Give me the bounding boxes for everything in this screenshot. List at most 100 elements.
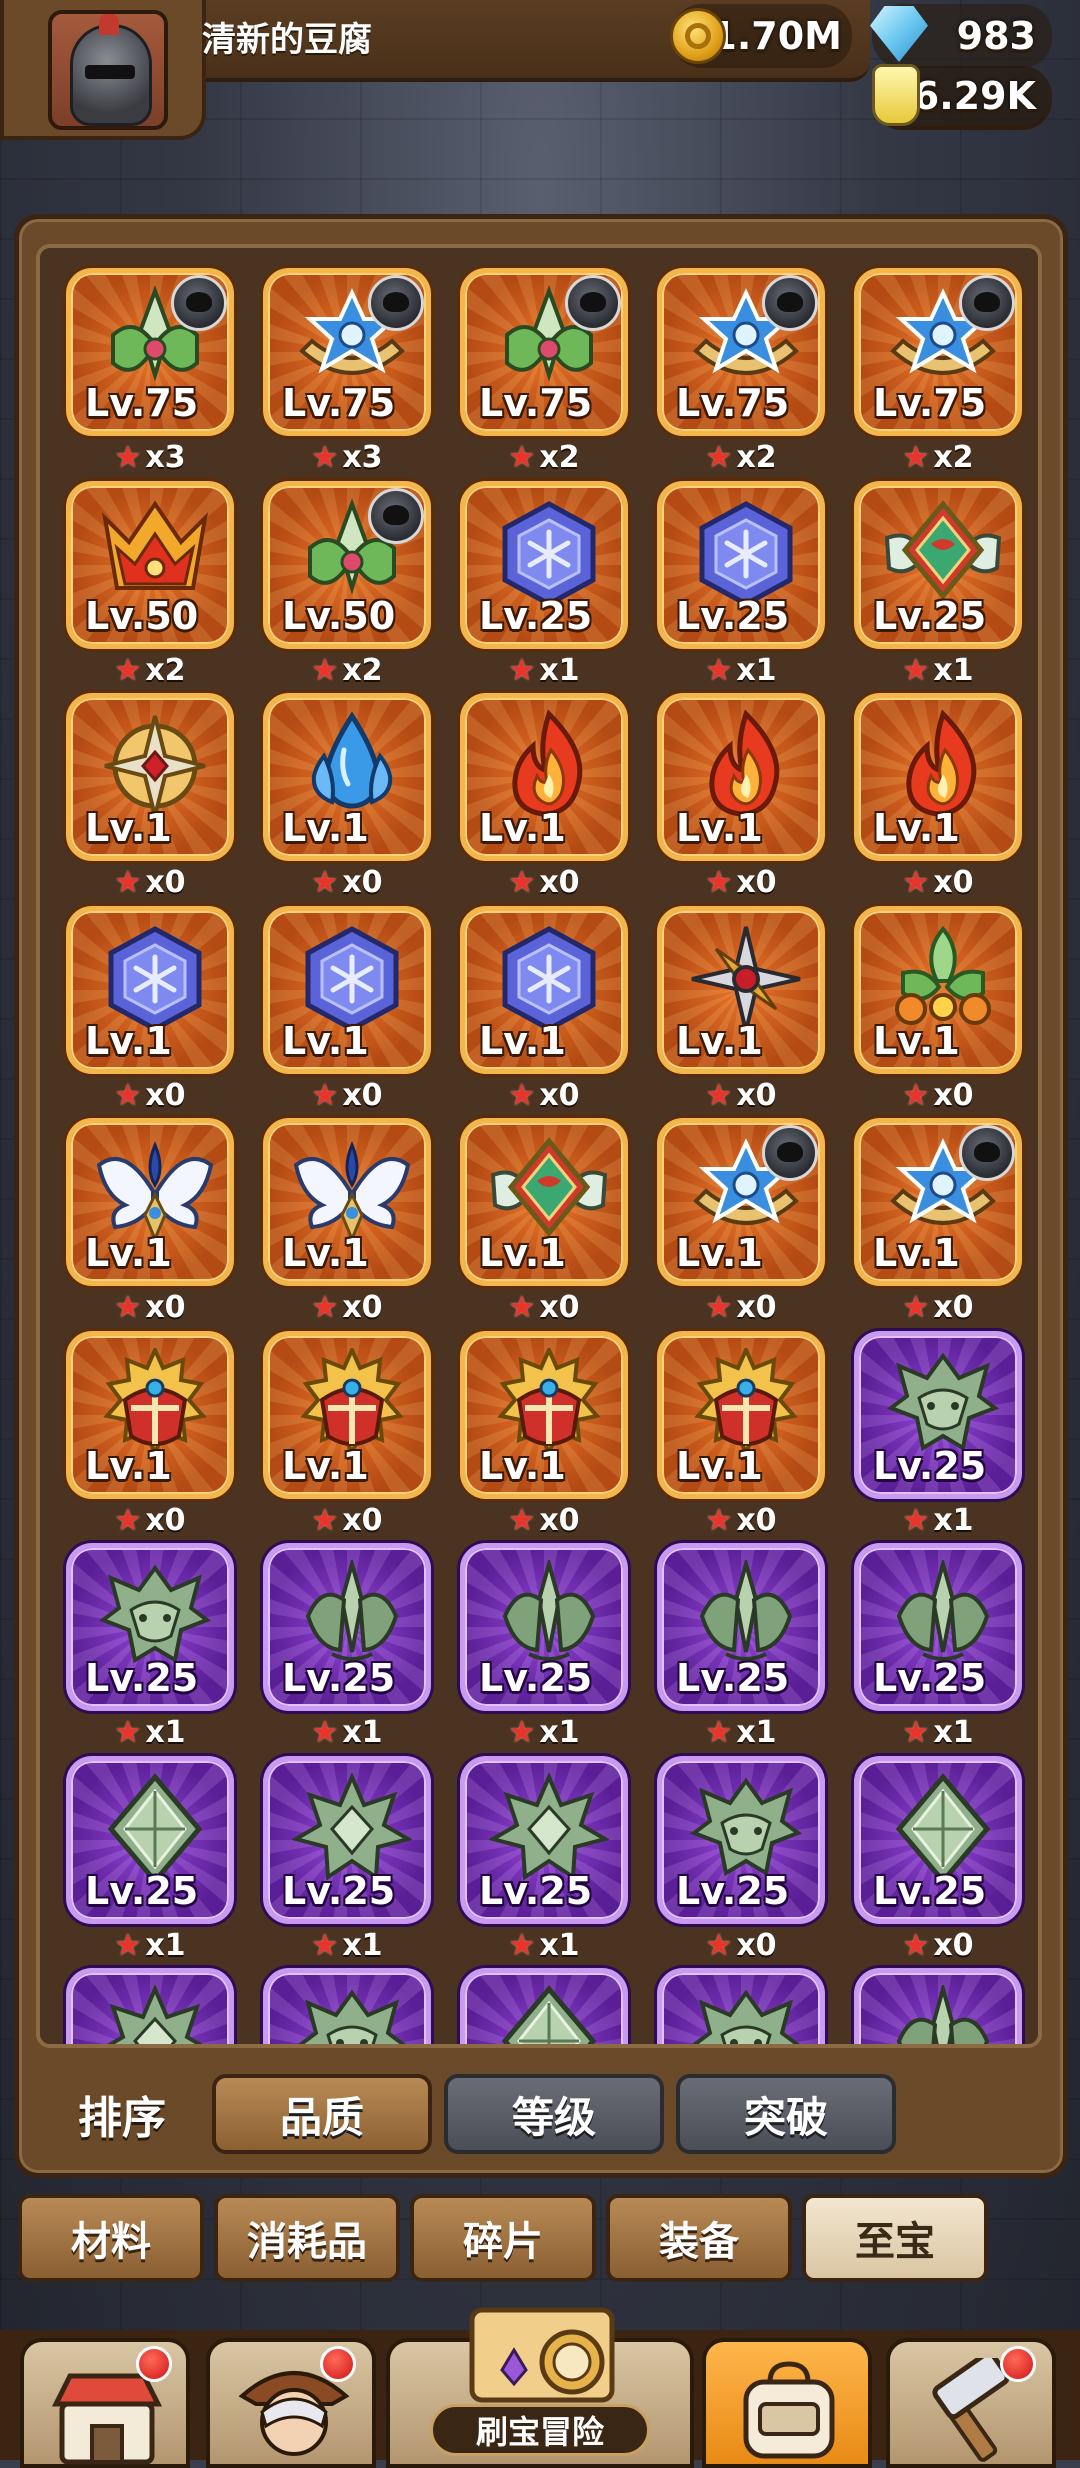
treasure-item[interactable] [263, 1968, 431, 2044]
star-count-value: x1 [145, 1927, 186, 1963]
tab-materials[interactable]: 材料 [18, 2194, 204, 2282]
red-star-icon: ★ [508, 1927, 536, 1963]
treasure-item[interactable]: Lv.1 ★ x0 [263, 905, 431, 1116]
treasure-tile: Lv.1 [657, 1118, 825, 1286]
item-level: Lv.1 [85, 806, 172, 850]
treasure-tile: Lv.25 [854, 1543, 1022, 1711]
treasure-item[interactable]: Lv.1 ★ x0 [460, 1118, 628, 1328]
star-count-value: x1 [933, 1502, 974, 1538]
dragon-head-emblem-icon [292, 1985, 412, 2044]
tab-consumables[interactable]: 消耗品 [214, 2194, 400, 2282]
sort-quality-button[interactable]: 品质 [212, 2074, 432, 2154]
red-star-icon: ★ [508, 652, 536, 688]
item-level: Lv.1 [873, 1231, 960, 1275]
treasure-item[interactable]: Lv.25 ★ x1 [460, 480, 628, 691]
treasure-item[interactable]: Lv.1 ★ x0 [66, 1118, 234, 1328]
item-level: Lv.75 [85, 381, 199, 425]
treasure-item[interactable]: Lv.75 ★ x2 [854, 268, 1022, 478]
item-grid[interactable]: Lv.75 ★ x3 Lv.75 ★ x3 Lv.75 ★ x2 Lv.75 ★ x2 Lv.7… [36, 244, 1042, 2048]
treasure-item[interactable]: Lv.1 ★ x0 [263, 1118, 431, 1328]
treasure-item[interactable]: Lv.25 ★ x0 [854, 1755, 1022, 1966]
star-count-value: x1 [342, 1715, 383, 1750]
star-count: ★ x0 [263, 1503, 431, 1538]
star-count: ★ x0 [657, 1290, 825, 1325]
treasure-item[interactable]: Lv.1 ★ x0 [66, 693, 234, 903]
treasure-item[interactable]: Lv.50 ★ x2 [263, 480, 431, 691]
treasure-item[interactable] [460, 1968, 628, 2044]
treasure-item[interactable]: Lv.75 ★ x3 [263, 268, 431, 478]
sort-level-button[interactable]: 等级 [444, 2074, 664, 2154]
item-level: Lv.1 [85, 1018, 172, 1063]
treasure-item[interactable]: Lv.1 ★ x0 [657, 1330, 825, 1541]
tab-fragments[interactable]: 碎片 [410, 2194, 596, 2282]
treasure-item[interactable]: Lv.25 ★ x1 [460, 1755, 628, 1966]
treasure-item[interactable]: Lv.50 ★ x2 [66, 480, 234, 691]
treasure-item[interactable]: Lv.1 ★ x0 [460, 693, 628, 903]
red-star-icon: ★ [705, 1502, 733, 1538]
tab-equipment[interactable]: 装备 [606, 2194, 792, 2282]
treasure-item[interactable]: Lv.25 ★ x1 [460, 1543, 628, 1753]
red-star-icon: ★ [508, 1502, 536, 1538]
treasure-item[interactable]: Lv.75 ★ x3 [66, 268, 234, 478]
treasure-item[interactable]: Lv.25 ★ x1 [854, 1330, 1022, 1541]
equipped-hero-portrait-icon [959, 275, 1015, 331]
treasure-item[interactable]: Lv.25 ★ x1 [854, 480, 1022, 691]
star-count: ★ x0 [657, 1078, 825, 1113]
treasure-item[interactable]: Lv.1 ★ x0 [66, 1330, 234, 1541]
treasure-item[interactable]: Lv.75 ★ x2 [657, 268, 825, 478]
star-count: ★ x0 [263, 865, 431, 900]
sort-breakthrough-button[interactable]: 突破 [676, 2074, 896, 2154]
treasure-item[interactable]: Lv.1 ★ x0 [66, 905, 234, 1116]
treasure-item[interactable]: Lv.1 ★ x0 [854, 1118, 1022, 1328]
treasure-item[interactable]: Lv.25 ★ x1 [263, 1543, 431, 1753]
treasure-item[interactable]: Lv.1 ★ x0 [657, 905, 825, 1116]
item-level: Lv.50 [282, 593, 396, 638]
treasure-item[interactable] [66, 1968, 234, 2044]
treasure-item[interactable] [657, 1968, 825, 2044]
treasure-item[interactable]: Lv.25 ★ x1 [263, 1755, 431, 1966]
treasure-item[interactable]: Lv.75 ★ x2 [460, 268, 628, 478]
star-count: ★ x0 [657, 1928, 825, 1963]
star-count: ★ x0 [460, 1290, 628, 1325]
forge-badge [1000, 2346, 1036, 2382]
item-level: Lv.1 [676, 1231, 763, 1275]
treasure-item[interactable]: Lv.1 ★ x0 [460, 905, 628, 1116]
treasure-item[interactable]: Lv.1 ★ x0 [460, 1330, 628, 1541]
treasure-item[interactable]: Lv.1 ★ x0 [263, 1330, 431, 1541]
item-level: Lv.25 [479, 1868, 593, 1913]
treasure-item[interactable]: Lv.25 ★ x1 [66, 1543, 234, 1753]
treasure-tile: Lv.1 [263, 693, 431, 861]
star-count: ★ x3 [66, 440, 234, 475]
treasure-item[interactable]: Lv.1 ★ x0 [657, 693, 825, 903]
red-star-icon: ★ [311, 652, 339, 688]
avatar[interactable] [48, 10, 168, 130]
star-count: ★ x1 [657, 1715, 825, 1750]
star-count-value: x3 [145, 440, 186, 475]
red-star-icon: ★ [902, 1290, 930, 1325]
red-star-icon: ★ [114, 652, 142, 688]
treasure-item[interactable]: Lv.1 ★ x0 [854, 905, 1022, 1116]
star-count: ★ x1 [657, 653, 825, 688]
star-count: ★ x0 [657, 865, 825, 900]
nav-backpack[interactable] [702, 2338, 872, 2468]
treasure-item[interactable]: Lv.1 ★ x0 [263, 693, 431, 903]
treasure-item[interactable] [854, 1968, 1022, 2044]
backpack-icon [743, 2361, 835, 2459]
star-count-value: x0 [736, 1290, 777, 1325]
treasure-item[interactable]: Lv.25 ★ x1 [657, 480, 825, 691]
treasure-item[interactable]: Lv.1 ★ x0 [854, 693, 1022, 903]
item-level: Lv.75 [479, 381, 593, 425]
star-count: ★ x0 [66, 1078, 234, 1113]
treasure-item[interactable]: Lv.25 ★ x1 [854, 1543, 1022, 1753]
tab-treasures[interactable]: 至宝 [802, 2194, 988, 2282]
red-star-icon: ★ [114, 1502, 142, 1538]
red-star-icon: ★ [311, 1290, 339, 1325]
potion-amount: 6.29K [912, 74, 1036, 118]
treasure-item[interactable]: Lv.25 ★ x0 [657, 1755, 825, 1966]
treasure-tile: Lv.75 [66, 268, 234, 436]
treasure-item[interactable]: Lv.25 ★ x1 [657, 1543, 825, 1753]
treasure-tile: Lv.1 [854, 905, 1022, 1074]
red-star-icon: ★ [114, 1077, 142, 1113]
treasure-item[interactable]: Lv.25 ★ x1 [66, 1755, 234, 1966]
treasure-item[interactable]: Lv.1 ★ x0 [657, 1118, 825, 1328]
